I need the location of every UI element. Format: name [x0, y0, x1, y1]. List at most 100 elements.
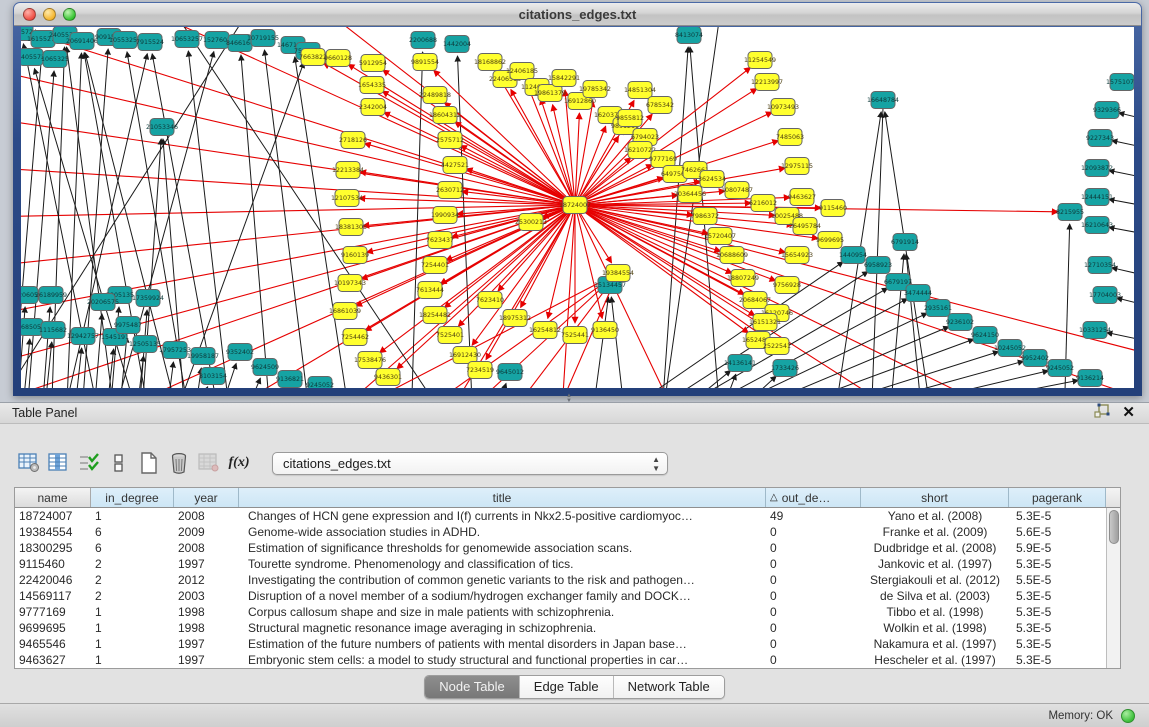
table-cell[interactable]: 9115460 [15, 556, 91, 572]
table-cell[interactable]: 2 [91, 556, 174, 572]
table-row[interactable]: 1830029562008Estimation of significance … [15, 540, 1120, 556]
table-cell[interactable]: 1998 [174, 604, 239, 620]
new-table-icon[interactable] [134, 449, 164, 477]
table-cell[interactable]: 5.3E-5 [1009, 508, 1106, 524]
table-cell[interactable]: Tibbo et al. (1998) [861, 604, 1009, 620]
close-panel-icon[interactable]: ✕ [1122, 406, 1135, 420]
table-cell[interactable]: 18300295 [15, 540, 91, 556]
table-row[interactable]: 969969511998Structural magnetic resonanc… [15, 620, 1120, 636]
table-cell[interactable]: 18724007 [15, 508, 91, 524]
table-cell[interactable]: 0 [766, 572, 861, 588]
table-row[interactable]: 2242004622012Investigating the contribut… [15, 572, 1120, 588]
table-cell[interactable]: 0 [766, 588, 861, 604]
table-cell[interactable]: Nakamura et al. (1997) [861, 636, 1009, 652]
table-cell[interactable]: 2 [91, 588, 174, 604]
table-cell[interactable]: Estimation of the future numbers of pati… [239, 636, 766, 652]
table-cell[interactable]: Corpus callosum shape and size in male p… [239, 604, 766, 620]
table-cell[interactable]: 6 [91, 524, 174, 540]
table-cell[interactable]: Tourette syndrome. Phenomenology and cla… [239, 556, 766, 572]
table-row[interactable]: 1456911722003Disruption of a novel membe… [15, 588, 1120, 604]
column-header-in_degree[interactable]: in_degree [91, 488, 174, 507]
table-cell[interactable]: Hescheler et al. (1997) [861, 652, 1009, 668]
table-cell[interactable]: 5.3E-5 [1009, 636, 1106, 652]
network-window[interactable]: citations_edges.txt 10155724161552752405… [13, 2, 1142, 396]
float-panel-icon[interactable] [1094, 403, 1110, 423]
tab-network-table[interactable]: Network Table [614, 676, 724, 698]
table-cell[interactable]: 2003 [174, 588, 239, 604]
table-cell[interactable]: 1997 [174, 652, 239, 668]
table-cell[interactable]: 2008 [174, 540, 239, 556]
table-row[interactable]: 1938455462009Genome-wide association stu… [15, 524, 1120, 540]
tab-node-table[interactable]: Node Table [425, 676, 520, 698]
table-cell[interactable]: Jankovic et al. (1997) [861, 556, 1009, 572]
table-row[interactable]: 946362711997Embryonic stem cells: a mode… [15, 652, 1120, 668]
table-cell[interactable]: 19384554 [15, 524, 91, 540]
table-cell[interactable]: 5.3E-5 [1009, 588, 1106, 604]
column-header-year[interactable]: year [174, 488, 239, 507]
table-cell[interactable]: 2009 [174, 524, 239, 540]
table-row[interactable]: 911546021997Tourette syndrome. Phenomeno… [15, 556, 1120, 572]
table-cell[interactable]: 0 [766, 620, 861, 636]
table-cell[interactable]: 9699695 [15, 620, 91, 636]
table-cell[interactable]: 1 [91, 652, 174, 668]
table-cell[interactable]: 1 [91, 636, 174, 652]
table-cell[interactable]: 1997 [174, 556, 239, 572]
vertical-scrollbar[interactable] [1106, 508, 1120, 668]
table-cell[interactable]: 2012 [174, 572, 239, 588]
table-cell[interactable]: Yano et al. (2008) [861, 508, 1009, 524]
table-cell[interactable]: Dudbridge et al. (2008) [861, 540, 1009, 556]
table-cell[interactable]: 9463627 [15, 652, 91, 668]
table-row[interactable]: 977716911998Corpus callosum shape and si… [15, 604, 1120, 620]
scrollbar-thumb[interactable] [1109, 510, 1119, 544]
table-cell[interactable]: Stergiakouli et al. (2012) [861, 572, 1009, 588]
column-header-pagerank[interactable]: pagerank [1009, 488, 1106, 507]
show-columns-icon[interactable] [44, 449, 74, 477]
window-titlebar[interactable]: citations_edges.txt [14, 3, 1141, 26]
table-cell[interactable]: 22420046 [15, 572, 91, 588]
table-cell[interactable]: 5.5E-5 [1009, 572, 1106, 588]
table-cell[interactable]: 0 [766, 604, 861, 620]
function-builder-icon[interactable]: f(x) [224, 449, 254, 477]
column-header-out_de[interactable]: △out_de… [766, 488, 861, 507]
table-cell[interactable]: 9777169 [15, 604, 91, 620]
table-selector-dropdown[interactable]: citations_edges.txt ▲▼ [272, 452, 668, 475]
table-cell[interactable]: Estimation of significance thresholds fo… [239, 540, 766, 556]
column-header-short[interactable]: short [861, 488, 1009, 507]
table-cell[interactable]: 5.6E-5 [1009, 524, 1106, 540]
table-cell[interactable]: 14569117 [15, 588, 91, 604]
table-cell[interactable]: 5.3E-5 [1009, 620, 1106, 636]
table-cell[interactable]: 5.9E-5 [1009, 540, 1106, 556]
table-cell[interactable]: 1 [91, 604, 174, 620]
table-cell[interactable]: 2008 [174, 508, 239, 524]
table-cell[interactable]: Wolkin et al. (1998) [861, 620, 1009, 636]
table-cell[interactable]: 9465546 [15, 636, 91, 652]
table-cell[interactable]: Embryonic stem cells: a model to study s… [239, 652, 766, 668]
table-cell[interactable]: 2 [91, 572, 174, 588]
table-cell[interactable]: 0 [766, 652, 861, 668]
table-row[interactable]: 946554611997Estimation of the future num… [15, 636, 1120, 652]
select-columns-icon[interactable] [74, 449, 104, 477]
column-header-title[interactable]: title [239, 488, 766, 507]
table-cell[interactable]: Changes of HCN gene expression and I(f) … [239, 508, 766, 524]
table-cell[interactable]: 0 [766, 636, 861, 652]
table-cell[interactable]: Disruption of a novel member of a sodium… [239, 588, 766, 604]
table-cell[interactable]: 1 [91, 620, 174, 636]
table-cell[interactable]: 1 [91, 508, 174, 524]
table-row[interactable]: 1872400712008Changes of HCN gene express… [15, 508, 1120, 524]
table-cell[interactable]: 0 [766, 540, 861, 556]
delete-table-icon[interactable] [164, 449, 194, 477]
table-cell[interactable]: 1997 [174, 636, 239, 652]
column-header-name[interactable]: name [15, 488, 91, 507]
table-cell[interactable]: 0 [766, 524, 861, 540]
table-cell[interactable]: 6 [91, 540, 174, 556]
import-table-icon[interactable] [194, 449, 224, 477]
table-cell[interactable]: 1998 [174, 620, 239, 636]
table-cell[interactable]: 0 [766, 556, 861, 572]
table-cell[interactable]: Genome-wide association studies in ADHD. [239, 524, 766, 540]
table-cell[interactable]: 49 [766, 508, 861, 524]
network-canvas[interactable]: 1015572416155275240557242069140690915471… [21, 27, 1134, 388]
table-cell[interactable]: 5.3E-5 [1009, 604, 1106, 620]
tab-edge-table[interactable]: Edge Table [520, 676, 614, 698]
table-cell[interactable]: Investigating the contribution of common… [239, 572, 766, 588]
table-cell[interactable]: Structural magnetic resonance image aver… [239, 620, 766, 636]
